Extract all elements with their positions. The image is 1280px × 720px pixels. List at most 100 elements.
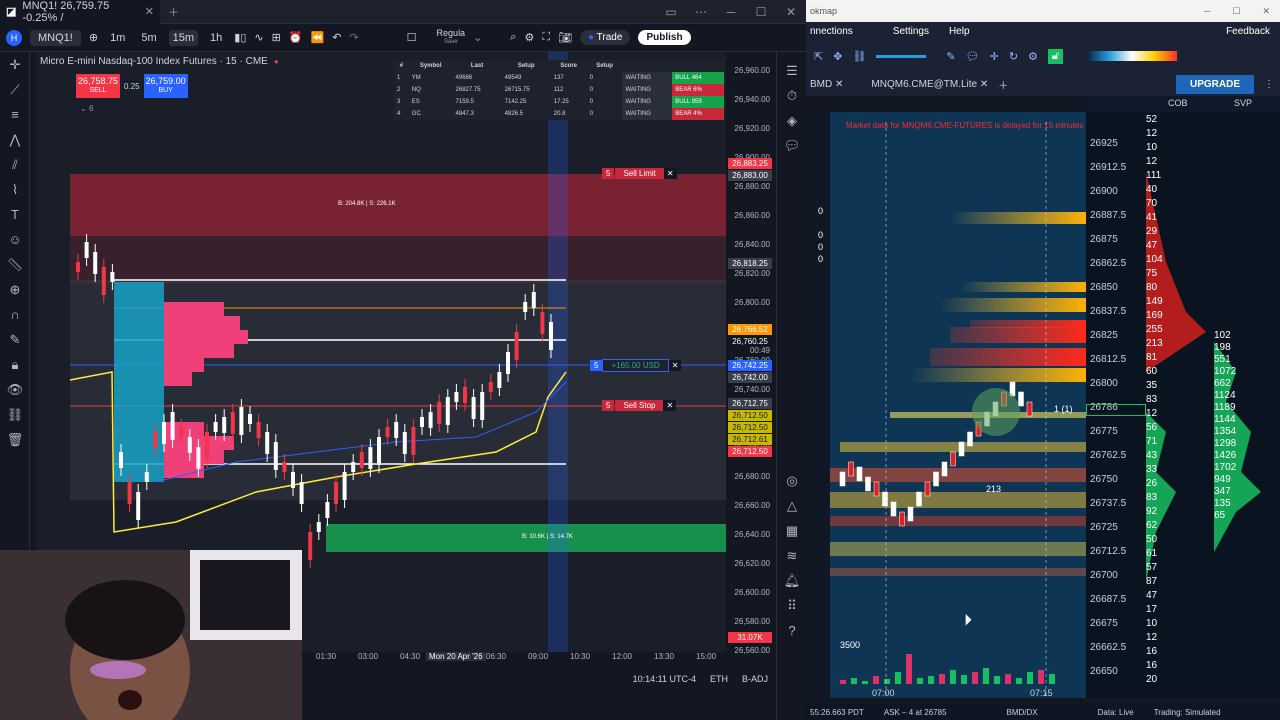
chevron-down-icon[interactable]: ⌄ [473,31,482,44]
lock-icon[interactable]: 🔓︎ [1047,48,1064,64]
layers-icon[interactable]: ◈ [777,108,807,133]
close-window-icon[interactable]: ✕ [1262,6,1270,17]
ladder-price[interactable]: 26900 [1090,186,1118,197]
tab-mnq[interactable]: MNQM6.CME@TM.Lite ✕ [871,79,988,90]
ladder-price[interactable]: 26725 [1090,522,1118,533]
play-icon[interactable]: ⏵ [964,612,972,630]
lock-draw-icon[interactable]: ✎ [0,327,30,352]
symbol-search-button[interactable]: MNQ1! [30,29,81,46]
ladder-price[interactable]: 26887.5 [1090,210,1126,221]
interval-1m[interactable]: 1m [106,30,129,46]
ladder-price[interactable]: 26912.5 [1090,162,1126,173]
more-icon[interactable]: ⋮ [1264,79,1274,90]
lock-icon[interactable]: 🔒︎ [0,352,30,377]
maximize-icon[interactable]: ☐ [1232,6,1240,17]
sell-limit-order[interactable]: 5 Sell Limit ✕ [602,168,677,179]
network-icon[interactable]: ✥ [833,50,842,63]
trendline-icon[interactable]: ⟋ [0,77,30,102]
camera-icon[interactable]: 📷︎ [558,31,572,44]
browser-tab[interactable]: ◪ MNQ1! 26,759.75 -0.25% / ✕ [0,0,160,24]
ladder-price[interactable]: 26675 [1090,618,1118,629]
emoji-icon[interactable]: ☺ [0,227,30,252]
close-icon[interactable]: ✕ [980,79,988,90]
new-tab-icon[interactable]: ＋ [168,4,179,20]
table-row[interactable]: 4 GC 4847.3 4826.5 20.8 0 WAITING BEAR 4% [394,108,724,120]
chart-type-icon[interactable]: ▮▯ [234,31,246,44]
ladder-price[interactable]: 26837.5 [1090,306,1126,317]
link-icon[interactable]: ⛓ [0,402,30,427]
time-axis[interactable]: 01:30 03:00 04:30 Mon 20 Apr '26 06:30 09:00 1… [300,648,776,666]
ladder-price[interactable]: 26800 [1090,378,1118,389]
search-icon[interactable]: ⌕ [510,31,516,44]
indicators-icon[interactable]: ∿ [254,31,263,44]
projection-icon[interactable]: ⫽ [0,152,30,177]
more-icon[interactable]: ⋯ [686,5,716,19]
layout-icon[interactable]: ⊞ [272,31,281,44]
zoom-icon[interactable]: ⊕ [0,277,30,302]
pen-icon[interactable]: ✎ [946,50,955,63]
triangle-icon[interactable]: △ [777,493,807,518]
notification-icon[interactable]: 🔔︎ [777,568,807,593]
chat-icon[interactable]: 💬︎ [777,133,807,158]
close-window-icon[interactable]: ✕ [776,5,806,19]
brightness-slider[interactable] [876,54,927,58]
ladder-price[interactable]: 26812.5 [1090,354,1126,365]
refresh-icon[interactable]: ↻ [1009,50,1018,63]
ladder-price[interactable]: 26650 [1090,666,1118,677]
trade-button[interactable]: ● Trade [580,30,631,45]
replay-icon[interactable]: ⏪ [311,31,325,44]
cursor-icon[interactable]: ⇱ [814,50,823,63]
chat-icon[interactable]: 💬︎ [966,50,980,63]
undo-icon[interactable]: ↶ [332,31,341,44]
table-row[interactable]: 2 NQ 26827.75 26715.75 112 0 WAITING BEAR 6% [394,84,724,96]
ladder-price[interactable]: 26687.5 [1090,594,1126,605]
target-icon[interactable]: ◎ [777,468,807,493]
session-toggle[interactable]: ETH [710,674,728,684]
ladder-price[interactable]: 26662.5 [1090,642,1126,653]
lot-size[interactable]: ⌄ 6 [80,104,93,113]
indicator-template[interactable]: Regula Save [437,28,466,47]
sell-button[interactable]: 26,758.75 SELL [76,74,121,98]
ladder-price[interactable]: 26925 [1090,138,1118,149]
close-position-icon[interactable]: ✕ [668,360,682,371]
menu-connections[interactable]: nnections [810,26,853,37]
ruler-icon[interactable]: 📏︎ [0,252,30,277]
price-axis[interactable]: 26,960.0026,940.0026,920.0026,900.0026,8… [726,52,774,655]
apps-icon[interactable]: ⠿ [777,593,807,618]
price-ladder[interactable]: 26925 26912.5 26900 26887.5 26875 26862.5 2685… [1086,112,1280,698]
help-icon[interactable]: ? [777,618,807,643]
order-marker[interactable]: 1 (1) [1054,404,1073,414]
publish-button[interactable]: Publish [638,30,691,45]
ladder-price[interactable]: 26712.5 [1090,546,1126,557]
signal-icon[interactable]: ≋ [777,543,807,568]
brush-icon[interactable]: ⌇ [0,177,30,202]
menu-help[interactable]: Help [949,26,970,37]
minimize-icon[interactable]: ─ [716,5,746,19]
cancel-order-icon[interactable]: ✕ [663,168,677,179]
maximize-icon[interactable]: ☐ [746,5,776,19]
interval-15m[interactable]: 15m [168,29,199,46]
ladder-price[interactable]: 26737.5 [1090,498,1126,509]
watchlist-icon[interactable]: ☰ [777,58,807,83]
avatar[interactable]: H [6,29,22,46]
alert-icon[interactable]: ⏰ [289,31,303,44]
table-row[interactable]: 3 ES 7159.5 7142.25 17.25 0 WAITING BULL 859 [394,96,724,108]
calendar-icon[interactable]: ▦ [777,518,807,543]
magnet-icon[interactable]: ∩ [0,302,30,327]
table-row[interactable]: 1 YM 49686 49549 137 0 WAITING BULL 464 [394,72,724,84]
interval-5m[interactable]: 5m [137,30,160,46]
ladder-price[interactable]: 26750 [1090,474,1118,485]
fullscreen-icon[interactable]: ⛶ [542,31,550,44]
link-icon[interactable]: ⛓ [852,50,866,63]
minimize-icon[interactable]: ─ [1204,6,1210,17]
alerts-icon[interactable]: ⏱ [777,83,807,108]
text-icon[interactable]: T [0,202,30,227]
upgrade-button[interactable]: UPGRADE [1175,74,1254,94]
buy-button[interactable]: 26,759.00 BUY [143,74,188,98]
feedback-link[interactable]: Feedback [1226,26,1270,37]
sell-stop-order[interactable]: 5 Sell Stop ✕ [602,400,677,411]
crosshair-icon[interactable]: ✛ [990,50,999,63]
ladder-price[interactable]: 26862.5 [1090,258,1126,269]
ladder-price[interactable]: 26775 [1090,426,1118,437]
ladder-price[interactable]: 26762.5 [1090,450,1126,461]
